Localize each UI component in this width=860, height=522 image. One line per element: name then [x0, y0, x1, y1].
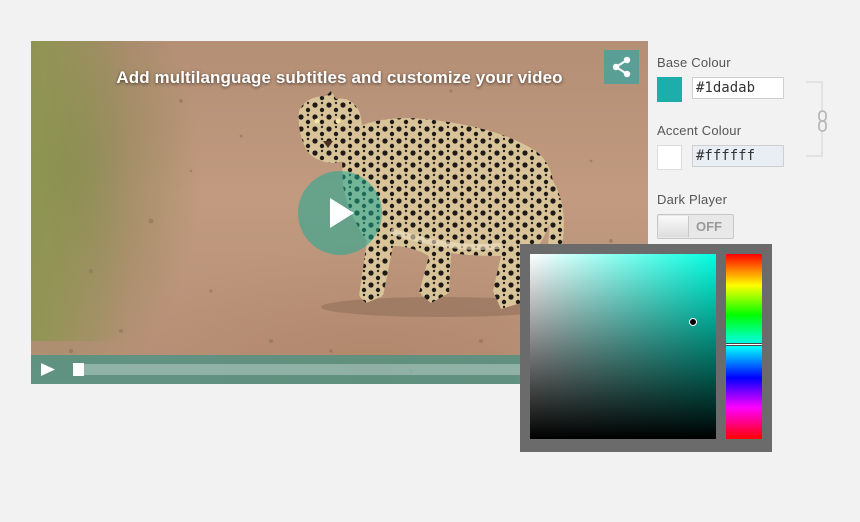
play-icon[interactable]	[39, 362, 56, 377]
color-picker	[520, 244, 772, 452]
dark-player-toggle[interactable]: OFF	[657, 214, 734, 239]
base-colour-label: Base Colour	[657, 55, 731, 70]
accent-colour-input[interactable]	[692, 145, 784, 167]
share-icon	[612, 56, 630, 78]
toggle-state-text: OFF	[696, 219, 722, 234]
dark-player-label: Dark Player	[657, 192, 728, 207]
base-colour-input[interactable]	[692, 77, 784, 99]
hue-slider-handle[interactable]	[726, 343, 762, 346]
big-play-button[interactable]	[298, 171, 382, 255]
share-button[interactable]	[604, 50, 639, 84]
base-colour-swatch[interactable]	[657, 77, 682, 102]
link-icon[interactable]	[800, 80, 830, 160]
progress-handle[interactable]	[73, 363, 84, 376]
color-selector-handle[interactable]	[689, 318, 697, 326]
subtitle-text: Add multilanguage subtitles and customiz…	[116, 68, 563, 87]
hue-slider[interactable]	[726, 254, 762, 439]
saturation-value-area[interactable]	[530, 254, 716, 439]
accent-colour-label: Accent Colour	[657, 123, 742, 138]
accent-colour-swatch[interactable]	[657, 145, 682, 170]
play-icon	[330, 198, 354, 228]
toggle-knob	[659, 216, 689, 237]
